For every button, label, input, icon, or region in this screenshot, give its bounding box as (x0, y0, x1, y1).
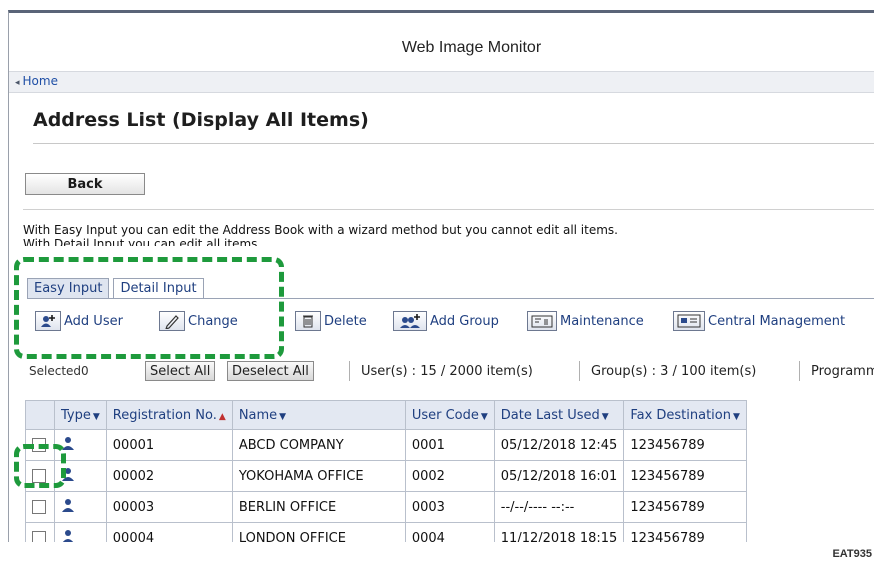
cell-name: ABCD COMPANY (231, 429, 406, 461)
description-line-1: With Easy Input you can edit the Address… (23, 223, 618, 237)
divider (349, 361, 350, 381)
sort-down-icon: ▼ (92, 411, 100, 422)
add-group-button[interactable]: Add Group (393, 309, 499, 333)
cell-user-code: 0001 (404, 429, 495, 461)
callout-detail-input (14, 257, 284, 359)
delete-label: Delete (324, 313, 367, 329)
callout-row-checkbox (14, 444, 66, 488)
cell-fax: 123456789 (623, 491, 747, 523)
table-row[interactable]: 00003 BERLIN OFFICE 0003 --/--/---- --:-… (25, 491, 747, 523)
divider (33, 143, 874, 144)
maintenance-icon (527, 311, 557, 331)
delete-button[interactable]: Delete (295, 309, 367, 333)
user-count: User(s) : 15 / 2000 item(s) (361, 364, 533, 379)
sort-down-icon: ▼ (733, 411, 740, 422)
central-management-label: Central Management (708, 313, 846, 329)
sort-up-icon: ▲ (218, 411, 226, 422)
table-row[interactable]: 00001 ABCD COMPANY 0001 05/12/2018 12:45… (25, 429, 747, 461)
home-link-label: Home (22, 74, 58, 88)
cell-date: 05/12/2018 16:01 (493, 460, 625, 492)
row-checkbox[interactable] (32, 500, 46, 514)
home-link[interactable]: ◂ Home (15, 74, 58, 88)
column-header-type[interactable]: Type ▼ (54, 400, 107, 430)
cell-reg-no: 00004 (105, 522, 233, 542)
cell-reg-no: 00002 (105, 460, 233, 492)
cell-date: 05/12/2018 12:45 (493, 429, 625, 461)
selection-bar: Selected0 Select All Deselect All User(s… (27, 359, 874, 383)
column-header-reg-no-label: Registration No. (112, 407, 217, 423)
cell-name: YOKOHAMA OFFICE (231, 460, 406, 492)
column-header-name[interactable]: Name ▼ (231, 400, 406, 430)
user-type-icon (54, 491, 107, 523)
column-header-fax-label: Fax Destination (630, 407, 731, 423)
description-text: With Easy Input you can edit the Address… (23, 223, 618, 246)
cell-fax: 123456789 (623, 460, 747, 492)
cell-user-code: 0004 (404, 522, 495, 542)
divider (799, 361, 800, 381)
select-all-button[interactable]: Select All (145, 361, 216, 381)
user-type-icon (54, 522, 107, 542)
cell-name: BERLIN OFFICE (231, 491, 406, 523)
description-line-2: With Detail Input you can edit all items… (23, 237, 262, 246)
central-management-icon (673, 311, 705, 331)
delete-icon (295, 311, 321, 331)
cell-fax: 123456789 (623, 522, 747, 542)
back-button[interactable]: Back (25, 173, 145, 195)
address-table: Type ▼ Registration No. ▲ Name ▼ User Code ▼… (25, 400, 747, 542)
central-management-button[interactable]: Central Management (673, 309, 845, 333)
sort-down-icon: ▼ (601, 411, 609, 422)
column-header-checkbox (25, 400, 55, 430)
cell-date: 11/12/2018 18:15 (493, 522, 625, 542)
selected-count: Selected0 (29, 364, 89, 378)
cell-user-code: 0003 (404, 491, 495, 523)
column-header-user-code-label: User Code (411, 407, 479, 423)
program-count: Programm (811, 364, 874, 379)
divider (579, 361, 580, 381)
figure-id: EAT935 (832, 548, 872, 560)
chevron-left-icon: ◂ (15, 78, 20, 88)
column-header-type-label: Type (61, 407, 91, 423)
table-row[interactable]: 00004 LONDON OFFICE 0004 11/12/2018 18:1… (25, 522, 747, 542)
deselect-all-button[interactable]: Deselect All (227, 361, 314, 381)
maintenance-label: Maintenance (560, 313, 644, 329)
sort-down-icon: ▼ (480, 411, 488, 422)
app-title: Web Image Monitor (401, 39, 542, 56)
maintenance-button[interactable]: Maintenance (527, 309, 644, 333)
add-group-label: Add Group (430, 313, 499, 329)
column-header-date-last-used[interactable]: Date Last Used ▼ (493, 400, 625, 430)
divider (23, 209, 874, 210)
column-header-name-label: Name (238, 407, 278, 423)
table-header-row: Type ▼ Registration No. ▲ Name ▼ User Code ▼… (25, 400, 747, 430)
column-header-date-label: Date Last Used (500, 407, 600, 423)
column-header-user-code[interactable]: User Code ▼ (404, 400, 495, 430)
sort-down-icon: ▼ (279, 411, 287, 422)
cell-date: --/--/---- --:-- (493, 491, 625, 523)
column-header-reg-no[interactable]: Registration No. ▲ (105, 400, 233, 430)
cell-reg-no: 00001 (105, 429, 233, 461)
table-row[interactable]: 00002 YOKOHAMA OFFICE 0002 05/12/2018 16… (25, 460, 747, 492)
cell-fax: 123456789 (623, 429, 747, 461)
group-count: Group(s) : 3 / 100 item(s) (591, 364, 757, 379)
add-group-icon (393, 311, 427, 331)
page-title: Address List (Display All Items) (33, 109, 369, 131)
cell-reg-no: 00003 (105, 491, 233, 523)
cell-name: LONDON OFFICE (231, 522, 406, 542)
row-checkbox[interactable] (32, 531, 46, 542)
home-bar: ◂ Home (9, 71, 874, 93)
cell-user-code: 0002 (404, 460, 495, 492)
column-header-fax-destination[interactable]: Fax Destination ▼ (623, 400, 747, 430)
